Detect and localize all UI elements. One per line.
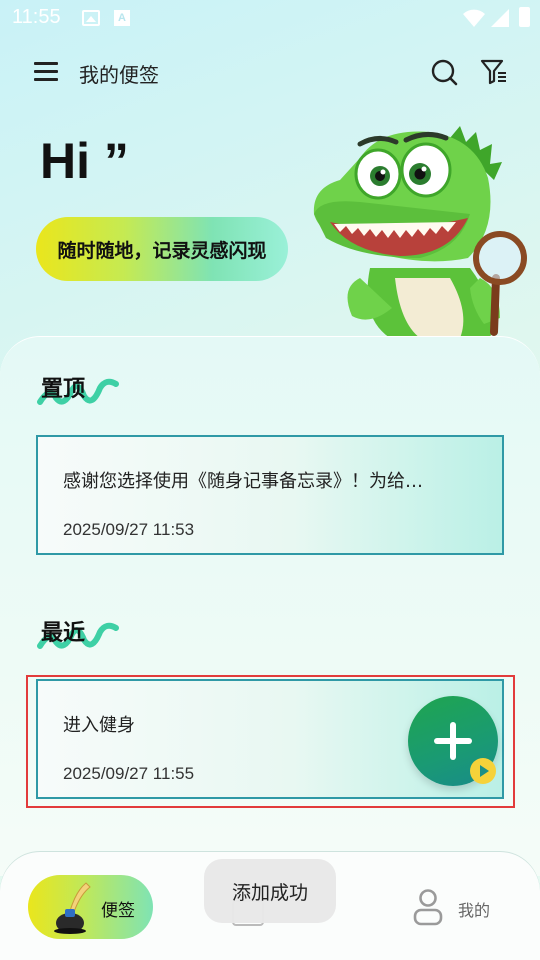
hero-greeting: Hi ”	[40, 133, 129, 189]
page-title: 我的便签	[79, 63, 159, 87]
slogan-pill: 随时随地，记录灵感闪现	[36, 217, 288, 281]
nav-me-label[interactable]: 我的	[458, 897, 490, 921]
nav-notes-label: 便签	[101, 901, 135, 921]
battery-icon	[519, 7, 530, 27]
slogan-text: 随时随地，记录灵感闪现	[57, 239, 267, 262]
nav-notes-tab[interactable]: 便签	[28, 875, 153, 939]
pinned-section-title: 置顶	[41, 377, 86, 402]
search-icon[interactable]	[430, 58, 458, 86]
play-icon[interactable]	[470, 758, 496, 784]
status-time: 11:55	[12, 6, 61, 28]
note-date: 2025/09/27 11:53	[63, 520, 195, 539]
wifi-icon	[463, 9, 485, 27]
crocodile-mascot-illustration	[313, 126, 527, 338]
person-icon[interactable]	[412, 888, 444, 926]
signal-icon	[491, 9, 509, 27]
menu-icon[interactable]	[34, 60, 60, 82]
note-preview-text: 感谢您选择使用《随身记事备忘录》！为给…	[63, 471, 423, 492]
pinned-note-card[interactable]: 感谢您选择使用《随身记事备忘录》！为给… 2025/09/27 11:53	[36, 435, 504, 555]
recent-section-title: 最近	[41, 621, 86, 646]
filter-icon[interactable]	[480, 58, 508, 86]
image-notification-icon	[82, 10, 100, 26]
ink-quill-icon	[54, 882, 91, 934]
status-bar: 11:55 A	[0, 0, 540, 36]
a-notification-icon: A	[114, 10, 130, 26]
toast-message: 添加成功	[204, 859, 336, 923]
